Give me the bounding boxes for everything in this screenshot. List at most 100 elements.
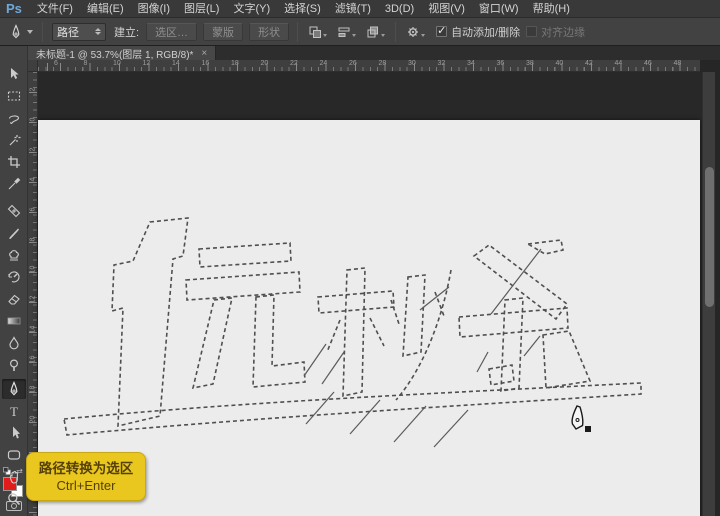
chevron-down-icon <box>421 34 425 37</box>
hruler-number: 14 <box>172 60 180 67</box>
close-icon[interactable]: × <box>201 48 207 59</box>
hruler-number: 34 <box>467 60 475 67</box>
menu-item-0[interactable]: 文件(F) <box>30 3 80 15</box>
hand-tool[interactable] <box>2 467 26 487</box>
align-edges-label: 对齐边缘 <box>541 24 585 40</box>
path-selection-tool[interactable] <box>2 423 26 443</box>
zoom-tool[interactable] <box>2 489 26 509</box>
hruler-number: 8 <box>84 60 88 67</box>
magic-wand-tool[interactable] <box>2 130 26 150</box>
path-align-icon <box>337 25 351 39</box>
vruler-number: 14 <box>30 326 37 334</box>
document-tab[interactable]: 未标题-1 @ 53.7%(图层 1, RGB/8)* × <box>28 46 216 60</box>
blur-tool[interactable] <box>2 333 26 353</box>
hruler-number: 28 <box>379 60 387 67</box>
make-label: 建立: <box>114 24 139 40</box>
chevron-down-icon <box>323 34 327 37</box>
menu-item-2[interactable]: 图像(I) <box>131 3 177 15</box>
move-tool[interactable] <box>2 64 26 84</box>
hruler-number: 42 <box>585 60 593 67</box>
menu-item-8[interactable]: 视图(V) <box>421 3 472 15</box>
select-arrows-icon <box>95 28 101 35</box>
photoshop-logo: Ps <box>0 1 30 16</box>
healing-brush-tool[interactable] <box>2 201 26 221</box>
shortcut-tooltip: 路径转换为选区 Ctrl+Enter <box>26 452 146 501</box>
window-edge <box>715 72 720 516</box>
hruler-number: 10 <box>113 60 121 67</box>
vruler-number: 4 <box>30 176 37 184</box>
hruler-number: 40 <box>556 60 564 67</box>
make-selection-button[interactable]: 选区… <box>146 23 197 41</box>
vruler-number: 12 <box>30 296 37 304</box>
hruler-number: 6 <box>54 60 58 67</box>
vertical-scrollbar[interactable] <box>702 72 715 516</box>
auto-add-delete-label: 自动添加/删除 <box>451 24 520 40</box>
chevron-down-icon <box>381 34 385 37</box>
hruler-number: 12 <box>143 60 151 67</box>
pen-tool-preset[interactable] <box>0 24 37 40</box>
eraser-tool[interactable] <box>2 289 26 309</box>
gradient-tool[interactable] <box>2 311 26 331</box>
hruler-number: 18 <box>231 60 239 67</box>
eyedropper-tool[interactable] <box>2 174 26 194</box>
history-brush-tool[interactable] <box>2 267 26 287</box>
scrollbar-thumb[interactable] <box>705 167 714 307</box>
marquee-tool[interactable] <box>2 86 26 106</box>
path-alignment-button[interactable] <box>334 23 359 41</box>
make-mask-button[interactable]: 蒙版 <box>203 23 243 41</box>
type-tool[interactable]: T <box>2 401 26 421</box>
path-arrange-icon <box>366 25 380 39</box>
gear-icon <box>406 25 420 39</box>
vruler-number: 8 <box>30 236 37 244</box>
hruler-number: 22 <box>290 60 298 67</box>
hruler-number: 30 <box>408 60 416 67</box>
vruler-number: 2 <box>30 86 37 94</box>
canvas-pasteboard[interactable] <box>38 72 702 516</box>
document-tab-bar: 未标题-1 @ 53.7%(图层 1, RGB/8)* × <box>28 46 720 60</box>
vruler-number: 6 <box>30 206 37 214</box>
menu-item-3[interactable]: 图层(L) <box>177 3 226 15</box>
path-arrangement-button[interactable] <box>363 23 388 41</box>
ruler-corner <box>28 60 38 72</box>
document-title: 未标题-1 @ 53.7%(图层 1, RGB/8)* <box>36 46 193 61</box>
separator <box>395 22 396 42</box>
tools-panel: ⇄ T <box>0 46 28 516</box>
tool-mode-select[interactable]: 路径 <box>52 23 106 41</box>
menu-item-1[interactable]: 编辑(E) <box>80 3 131 15</box>
hruler-number: 48 <box>674 60 682 67</box>
chevron-down-icon <box>27 30 33 34</box>
align-edges-checkbox[interactable] <box>526 26 537 37</box>
hruler-number: 36 <box>497 60 505 67</box>
clone-stamp-tool[interactable] <box>2 245 26 265</box>
crop-tool[interactable] <box>2 152 26 172</box>
hruler-number: 38 <box>526 60 534 67</box>
brush-tool[interactable] <box>2 223 26 243</box>
path-operations-button[interactable] <box>305 23 330 41</box>
vruler-number: 2 <box>30 146 37 154</box>
menu-item-4[interactable]: 文字(Y) <box>226 3 277 15</box>
dodge-tool[interactable] <box>2 355 26 375</box>
pen-icon <box>8 24 24 40</box>
tool-mode-value: 路径 <box>57 24 79 40</box>
separator <box>42 22 43 42</box>
menu-item-9[interactable]: 窗口(W) <box>472 3 526 15</box>
make-shape-button[interactable]: 形状 <box>249 23 289 41</box>
shape-tool[interactable] <box>2 445 26 465</box>
chevron-down-icon <box>352 34 356 37</box>
separator <box>297 22 298 42</box>
pen-settings-button[interactable] <box>403 23 428 41</box>
svg-text:T: T <box>10 404 18 419</box>
pen-tool[interactable] <box>2 379 26 399</box>
hruler-number: 26 <box>349 60 357 67</box>
menu-item-10[interactable]: 帮助(H) <box>526 3 577 15</box>
tooltip-shortcut: Ctrl+Enter <box>31 477 141 494</box>
menu-item-6[interactable]: 滤镜(T) <box>328 3 378 15</box>
menu-item-5[interactable]: 选择(S) <box>277 3 328 15</box>
menu-bar: Ps 文件(F)编辑(E)图像(I)图层(L)文字(Y)选择(S)滤镜(T)3D… <box>0 0 720 18</box>
lasso-tool[interactable] <box>2 108 26 128</box>
hruler-number: 20 <box>261 60 269 67</box>
vruler-number: 16 <box>30 356 37 364</box>
menu-item-7[interactable]: 3D(D) <box>378 3 421 15</box>
tooltip-text: 路径转换为选区 <box>31 460 141 477</box>
auto-add-delete-checkbox[interactable] <box>436 26 447 37</box>
